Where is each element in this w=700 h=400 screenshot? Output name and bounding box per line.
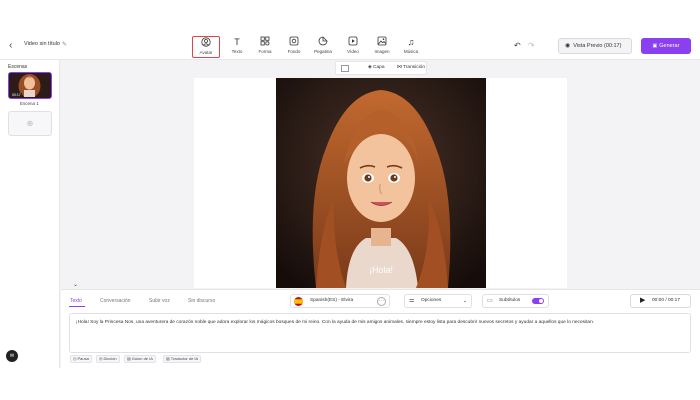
- subtitles-toggle[interactable]: [532, 298, 544, 304]
- tool-label: Pegatina: [314, 49, 332, 54]
- add-scene-button[interactable]: ⊕: [8, 111, 52, 136]
- plus-icon: ⊕: [26, 119, 34, 128]
- chevron-down-icon[interactable]: ⌄: [73, 281, 83, 289]
- chip-label: Guion de IA: [131, 356, 153, 361]
- eye-icon: ◉: [565, 43, 571, 49]
- tool-text[interactable]: T Texto: [223, 36, 251, 58]
- tab-sin-discurso[interactable]: Sin discurso: [188, 298, 215, 304]
- preview-label: Vista Previo (00:17): [573, 43, 622, 49]
- music-icon: ♫: [407, 37, 415, 47]
- options-label: Opciones: [421, 298, 442, 303]
- project-title[interactable]: Video sin título: [24, 41, 60, 47]
- shape-icon: [251, 36, 279, 48]
- diction-chip[interactable]: ◎Dicción: [96, 355, 120, 363]
- preview-button[interactable]: ◉ Vista Previo (00:17): [558, 38, 632, 54]
- tool-sticker[interactable]: Pegatina: [309, 36, 337, 58]
- tool-avatar[interactable]: Avatar: [192, 36, 220, 58]
- text-icon: T: [234, 37, 240, 47]
- tool-label: Avatar: [199, 50, 213, 55]
- scene-label: Escena 1: [20, 101, 39, 106]
- tool-video[interactable]: Vídeo: [339, 36, 367, 58]
- pause-chip[interactable]: ◷Pausa: [70, 355, 92, 363]
- scenes-panel: [0, 60, 60, 368]
- generate-button[interactable]: ▣ Generar: [641, 38, 691, 54]
- image-icon: [368, 36, 396, 48]
- play-control[interactable]: ▶ 00:00 / 00:17: [630, 294, 691, 308]
- layers-icon: ◈: [368, 65, 372, 70]
- tab-conversacion[interactable]: Conversación: [100, 298, 131, 304]
- sticker-icon: [309, 36, 337, 48]
- avatar-video[interactable]: [276, 78, 486, 288]
- generate-label: Generar: [659, 43, 680, 49]
- tab-texto[interactable]: Texto: [70, 298, 82, 304]
- redo-icon[interactable]: ↷: [528, 41, 535, 50]
- tool-label: Texto: [231, 49, 243, 54]
- voice-selector[interactable]: Spanish(ES) - Elvira ···: [290, 294, 390, 308]
- undo-icon[interactable]: ↶: [514, 41, 521, 50]
- tool-label: Fondo: [287, 49, 301, 54]
- translate-icon: ▤: [166, 356, 170, 361]
- ai-script-chip[interactable]: ▤Guion de IA: [124, 355, 156, 363]
- voice-name: Spanish(ES) - Elvira: [310, 298, 354, 303]
- chip-label: Dicción: [103, 356, 117, 361]
- subtitles-label: Subtítulos: [499, 298, 521, 303]
- more-icon[interactable]: ···: [377, 297, 386, 306]
- active-tab-indicator: [69, 306, 85, 307]
- tab-subir-voz[interactable]: Subir voz: [149, 298, 170, 304]
- back-arrow-icon[interactable]: ‹: [9, 40, 21, 52]
- play-icon: ▶: [640, 297, 646, 304]
- layer-button[interactable]: ◈ Capa: [368, 62, 385, 74]
- tool-background[interactable]: Fondo: [280, 36, 308, 58]
- diction-icon: ◎: [99, 356, 103, 361]
- tool-image[interactable]: Imagen: [368, 36, 396, 58]
- avatar-icon: [193, 37, 219, 49]
- color-swatch[interactable]: [341, 65, 349, 72]
- transition-label: Transición: [403, 65, 425, 70]
- chat-help-icon[interactable]: ✉: [6, 350, 18, 362]
- video-icon: [339, 36, 367, 48]
- options-dropdown[interactable]: ⚌ Opciones ⌄: [404, 294, 472, 308]
- chip-label: Pausa: [77, 356, 89, 361]
- scenes-title: Escenas: [8, 64, 28, 70]
- spain-flag-icon: [294, 297, 303, 306]
- subtitles-icon: ▭: [487, 298, 493, 304]
- layer-label: Capa: [373, 65, 385, 70]
- avatar-portrait: [276, 78, 486, 288]
- tool-label: Música: [403, 49, 419, 54]
- tool-shape[interactable]: Forma: [251, 36, 279, 58]
- generate-icon: ▣: [652, 43, 658, 49]
- clock-icon: ◷: [73, 356, 77, 361]
- playback-time: 00:00 / 00:17: [652, 298, 681, 303]
- background-icon: [280, 36, 308, 48]
- transition-icon: ⋈: [397, 65, 402, 70]
- subtitles-control: ▭ Subtítulos: [482, 294, 549, 308]
- script-textarea[interactable]: ¡Hola! Soy la Princesa Nos, una aventure…: [69, 313, 691, 353]
- chevron-down-icon: ⌄: [462, 298, 467, 304]
- tool-label: Forma: [258, 49, 272, 54]
- ai-script-icon: ▤: [127, 356, 131, 361]
- tool-label: Imagen: [374, 49, 390, 54]
- canvas-subtitle[interactable]: ¡Hola!: [360, 265, 402, 275]
- sliders-icon: ⚌: [409, 298, 415, 304]
- scene-thumbnail[interactable]: 00:17: [8, 72, 52, 99]
- transition-button[interactable]: ⋈ Transición: [397, 62, 425, 74]
- tool-label: Vídeo: [347, 49, 359, 54]
- edit-icon[interactable]: ✎: [62, 41, 67, 48]
- canvas-toolbar: ◈ Capa ⋈ Transición: [335, 61, 427, 75]
- tool-music[interactable]: ♫ Música: [397, 36, 425, 58]
- chip-label: Traductor de IA: [170, 356, 199, 361]
- ai-translator-chip[interactable]: ▤Traductor de IA: [163, 355, 202, 363]
- scene-duration: 00:17: [11, 93, 22, 97]
